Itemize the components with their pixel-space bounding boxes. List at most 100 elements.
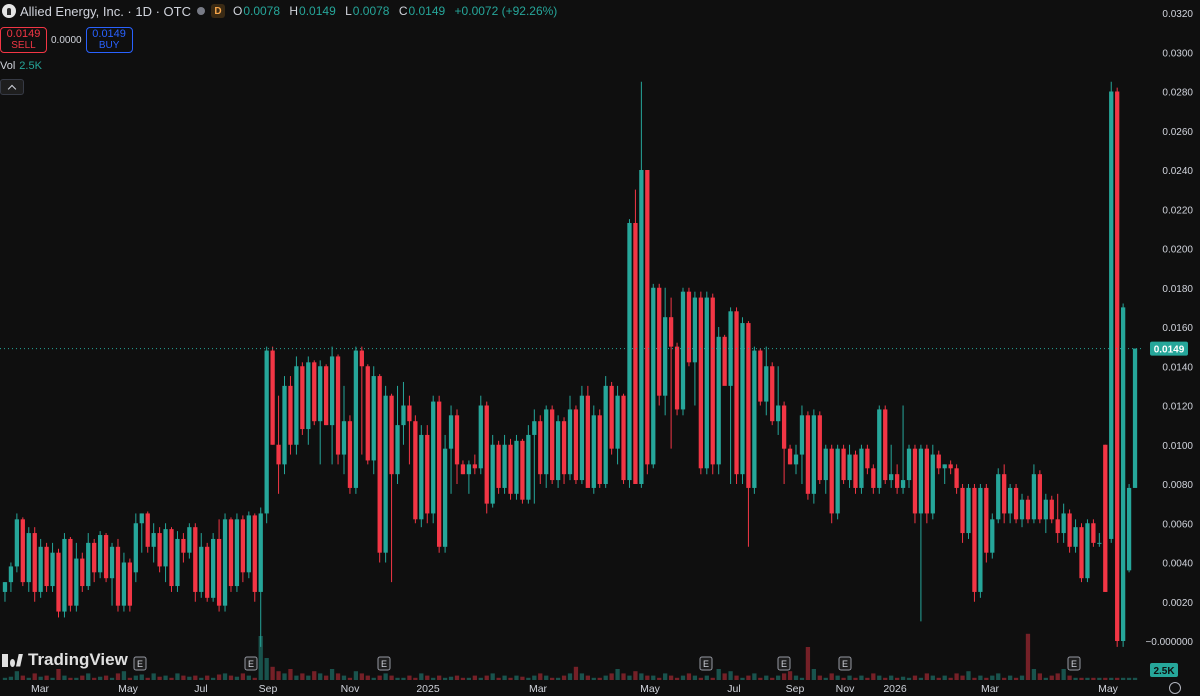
candle[interactable] <box>264 346 269 524</box>
candle[interactable] <box>811 409 816 504</box>
candle[interactable] <box>109 542 115 606</box>
candle[interactable] <box>787 444 793 465</box>
candle[interactable] <box>50 542 55 592</box>
collapse-legend-button[interactable] <box>0 79 24 95</box>
candle[interactable] <box>978 484 983 598</box>
candle[interactable] <box>300 362 305 435</box>
candle[interactable] <box>365 364 370 465</box>
buy-button[interactable]: 0.0149 BUY <box>85 27 133 53</box>
candle[interactable] <box>781 401 787 484</box>
candle[interactable] <box>466 460 472 494</box>
candle[interactable] <box>770 362 775 426</box>
candle[interactable] <box>490 434 495 508</box>
candle[interactable] <box>900 405 906 494</box>
candle[interactable] <box>1049 495 1054 524</box>
candle[interactable] <box>199 533 204 598</box>
candle[interactable] <box>377 374 382 563</box>
candle[interactable] <box>996 468 1001 524</box>
candle[interactable] <box>68 536 73 612</box>
candle[interactable] <box>371 366 376 475</box>
candle[interactable] <box>776 366 781 435</box>
candle[interactable] <box>234 513 240 592</box>
candle[interactable] <box>80 552 85 592</box>
candle[interactable] <box>877 405 882 494</box>
candle[interactable] <box>853 450 858 494</box>
candle[interactable] <box>92 538 97 583</box>
candle[interactable] <box>115 538 121 612</box>
candle[interactable] <box>823 444 828 494</box>
candle[interactable] <box>686 287 692 367</box>
candle[interactable] <box>324 364 329 426</box>
candle[interactable] <box>74 542 79 612</box>
candle[interactable] <box>97 531 103 579</box>
candle[interactable] <box>26 527 31 592</box>
candle[interactable] <box>1085 519 1090 583</box>
candle[interactable] <box>668 297 674 449</box>
candle[interactable] <box>32 527 37 602</box>
candle[interactable] <box>609 381 614 455</box>
candle[interactable] <box>573 405 579 485</box>
candle[interactable] <box>906 444 912 488</box>
candle[interactable] <box>520 438 525 504</box>
candle[interactable] <box>38 538 43 598</box>
earnings-marker[interactable]: E <box>777 656 791 671</box>
candle[interactable] <box>1067 509 1072 553</box>
candle[interactable] <box>460 460 466 475</box>
candle[interactable] <box>1126 484 1132 573</box>
candle[interactable] <box>252 513 257 602</box>
candle[interactable] <box>918 444 924 622</box>
candle[interactable] <box>8 562 14 592</box>
candle[interactable] <box>591 405 596 494</box>
candle[interactable] <box>627 219 632 488</box>
candle[interactable] <box>865 444 870 475</box>
candle[interactable] <box>20 517 25 587</box>
candle[interactable] <box>954 464 959 494</box>
candle[interactable] <box>663 287 668 416</box>
candle[interactable] <box>193 523 198 602</box>
candle[interactable] <box>282 376 287 475</box>
candle[interactable] <box>722 334 727 386</box>
candle[interactable] <box>175 531 180 592</box>
candle[interactable] <box>960 484 965 543</box>
candle[interactable] <box>544 405 549 488</box>
candle[interactable] <box>407 395 412 465</box>
candle[interactable] <box>442 434 448 553</box>
candle[interactable] <box>419 425 424 528</box>
candle[interactable] <box>1043 493 1048 534</box>
candle[interactable] <box>972 484 977 602</box>
candle[interactable] <box>1061 503 1066 543</box>
candle[interactable] <box>472 454 477 475</box>
candle[interactable] <box>163 523 168 583</box>
candle[interactable] <box>817 411 822 484</box>
candle[interactable] <box>734 307 739 484</box>
candle[interactable] <box>538 415 543 484</box>
candle[interactable] <box>431 395 436 524</box>
candle[interactable] <box>621 393 626 484</box>
candle[interactable] <box>502 434 507 494</box>
candle[interactable] <box>1115 87 1120 647</box>
candle[interactable] <box>508 438 513 500</box>
candle[interactable] <box>990 513 995 559</box>
tradingview-logo[interactable]: TradingView <box>2 650 128 670</box>
candle[interactable] <box>841 444 846 484</box>
candle[interactable] <box>942 464 947 484</box>
candle[interactable] <box>133 513 138 583</box>
candle[interactable] <box>228 517 234 592</box>
candle[interactable] <box>1103 444 1108 592</box>
candle[interactable] <box>555 415 561 488</box>
candle[interactable] <box>2 582 8 602</box>
candle[interactable] <box>657 283 662 406</box>
candle[interactable] <box>1132 348 1138 488</box>
candle[interactable] <box>550 405 555 485</box>
candle[interactable] <box>746 321 751 547</box>
delayed-data-badge[interactable]: D <box>210 4 225 18</box>
candle[interactable] <box>597 409 602 488</box>
candle[interactable] <box>924 444 929 524</box>
candle[interactable] <box>1002 464 1007 524</box>
candle[interactable] <box>240 515 246 583</box>
candle[interactable] <box>139 513 144 553</box>
candle[interactable] <box>532 409 537 504</box>
candle[interactable] <box>312 360 317 426</box>
candle[interactable] <box>413 415 418 524</box>
candle[interactable] <box>585 385 590 488</box>
